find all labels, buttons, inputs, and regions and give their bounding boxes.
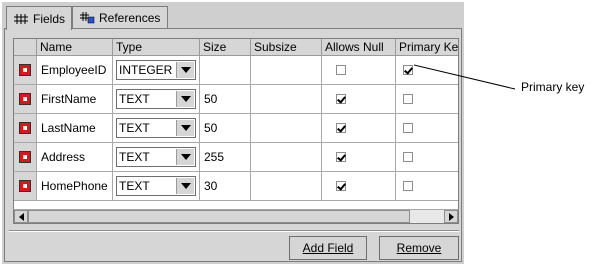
type-dropdown[interactable]: INTEGER (116, 60, 196, 80)
allows-null-checkbox[interactable] (336, 65, 346, 75)
arrow-left-icon (18, 212, 24, 221)
field-size-cell[interactable]: 30 (200, 172, 251, 201)
table-row[interactable]: HomePhone TEXT 30 (14, 172, 458, 201)
table-row[interactable]: Address TEXT 255 (14, 143, 458, 172)
primary-key-checkbox[interactable] (403, 123, 413, 133)
allows-null-checkbox[interactable] (336, 181, 346, 191)
type-dropdown[interactable]: TEXT (116, 176, 196, 196)
type-dropdown-value: TEXT (119, 179, 150, 193)
field-icon (19, 151, 31, 163)
field-icon (19, 180, 31, 192)
field-icon (19, 93, 31, 105)
column-header-primary-key[interactable]: Primary Ke (396, 39, 458, 56)
field-subsize-cell[interactable] (251, 56, 322, 85)
allows-null-cell[interactable] (322, 85, 396, 114)
column-header-name[interactable]: Name (37, 39, 113, 56)
field-subsize-cell[interactable] (251, 114, 322, 143)
row-header[interactable] (14, 56, 37, 85)
field-icon (19, 122, 31, 134)
chevron-down-icon[interactable] (176, 62, 194, 78)
primary-key-cell[interactable] (396, 143, 458, 172)
chevron-down-icon[interactable] (176, 91, 194, 107)
primary-key-checkbox[interactable] (403, 65, 413, 75)
arrow-right-icon (448, 212, 454, 221)
field-size-cell[interactable]: 50 (200, 114, 251, 143)
chevron-down-icon[interactable] (176, 178, 194, 194)
type-dropdown-value: TEXT (119, 150, 150, 164)
primary-key-cell[interactable] (396, 114, 458, 143)
column-header-allows-null[interactable]: Allows Null (322, 39, 396, 56)
scroll-left-button[interactable] (14, 210, 28, 223)
field-size-cell[interactable]: 50 (200, 85, 251, 114)
allows-null-checkbox[interactable] (336, 94, 346, 104)
scroll-thumb[interactable] (28, 210, 410, 223)
field-type-cell[interactable]: INTEGER (113, 56, 200, 85)
field-editor-panel: Fields References Name Type Size Subsize… (2, 2, 464, 264)
allows-null-checkbox[interactable] (336, 123, 346, 133)
type-dropdown-value: TEXT (119, 92, 150, 106)
primary-key-checkbox[interactable] (403, 181, 413, 191)
remove-label: Remove (396, 241, 442, 255)
column-header-subsize[interactable]: Subsize (251, 39, 322, 56)
chevron-down-icon[interactable] (176, 149, 194, 165)
type-dropdown[interactable]: TEXT (116, 89, 196, 109)
remove-button[interactable]: Remove (379, 236, 459, 260)
field-type-cell[interactable]: TEXT (113, 172, 200, 201)
tab-references-label: References (99, 10, 161, 25)
type-dropdown-value: INTEGER (119, 63, 173, 77)
table-row[interactable]: LastName TEXT 50 (14, 114, 458, 143)
add-field-button[interactable]: Add Field (289, 236, 367, 260)
field-type-cell[interactable]: TEXT (113, 114, 200, 143)
field-size-cell[interactable] (200, 56, 251, 85)
field-subsize-cell[interactable] (251, 172, 322, 201)
primary-key-checkbox[interactable] (403, 152, 413, 162)
table-row[interactable]: EmployeeID INTEGER (14, 56, 458, 85)
field-icon (19, 64, 31, 76)
field-name-cell[interactable]: Address (37, 143, 113, 172)
callout-leader-line (414, 64, 516, 90)
scroll-right-button[interactable] (444, 210, 458, 223)
table-row[interactable]: FirstName TEXT 50 (14, 85, 458, 114)
add-field-label: Add Field (302, 241, 354, 255)
references-icon (80, 11, 95, 23)
row-header[interactable] (14, 172, 37, 201)
type-dropdown-value: TEXT (119, 121, 150, 135)
field-name-cell[interactable]: EmployeeID (37, 56, 113, 85)
primary-key-callout: Primary key (521, 80, 585, 94)
type-dropdown[interactable]: TEXT (116, 118, 196, 138)
tab-fields-label: Fields (32, 11, 65, 26)
fields-tab-content: Name Type Size Subsize Allows Null Prima… (4, 28, 462, 262)
divider (9, 230, 459, 232)
field-type-cell[interactable]: TEXT (113, 143, 200, 172)
type-dropdown[interactable]: TEXT (116, 147, 196, 167)
tab-references[interactable]: References (72, 6, 168, 28)
table-header: Name Type Size Subsize Allows Null Prima… (14, 39, 458, 56)
allows-null-cell[interactable] (322, 143, 396, 172)
field-subsize-cell[interactable] (251, 85, 322, 114)
row-header[interactable] (14, 143, 37, 172)
primary-key-cell[interactable] (396, 172, 458, 201)
horizontal-scrollbar[interactable] (14, 209, 458, 223)
field-name-cell[interactable]: HomePhone (37, 172, 113, 201)
field-name-cell[interactable]: FirstName (37, 85, 113, 114)
allows-null-cell[interactable] (322, 114, 396, 143)
row-header-corner (14, 39, 37, 56)
allows-null-cell[interactable] (322, 172, 396, 201)
primary-key-checkbox[interactable] (403, 94, 413, 104)
row-header[interactable] (14, 114, 37, 143)
field-type-cell[interactable]: TEXT (113, 85, 200, 114)
allows-null-cell[interactable] (322, 56, 396, 85)
column-header-type[interactable]: Type (113, 39, 200, 56)
allows-null-checkbox[interactable] (336, 152, 346, 162)
field-name-cell[interactable]: LastName (37, 114, 113, 143)
tab-fields[interactable]: Fields (6, 6, 72, 30)
field-size-cell[interactable]: 255 (200, 143, 251, 172)
field-subsize-cell[interactable] (251, 143, 322, 172)
row-header[interactable] (14, 85, 37, 114)
column-header-size[interactable]: Size (200, 39, 251, 56)
fields-table: Name Type Size Subsize Allows Null Prima… (13, 38, 459, 224)
chevron-down-icon[interactable] (176, 120, 194, 136)
fields-icon (13, 13, 28, 24)
